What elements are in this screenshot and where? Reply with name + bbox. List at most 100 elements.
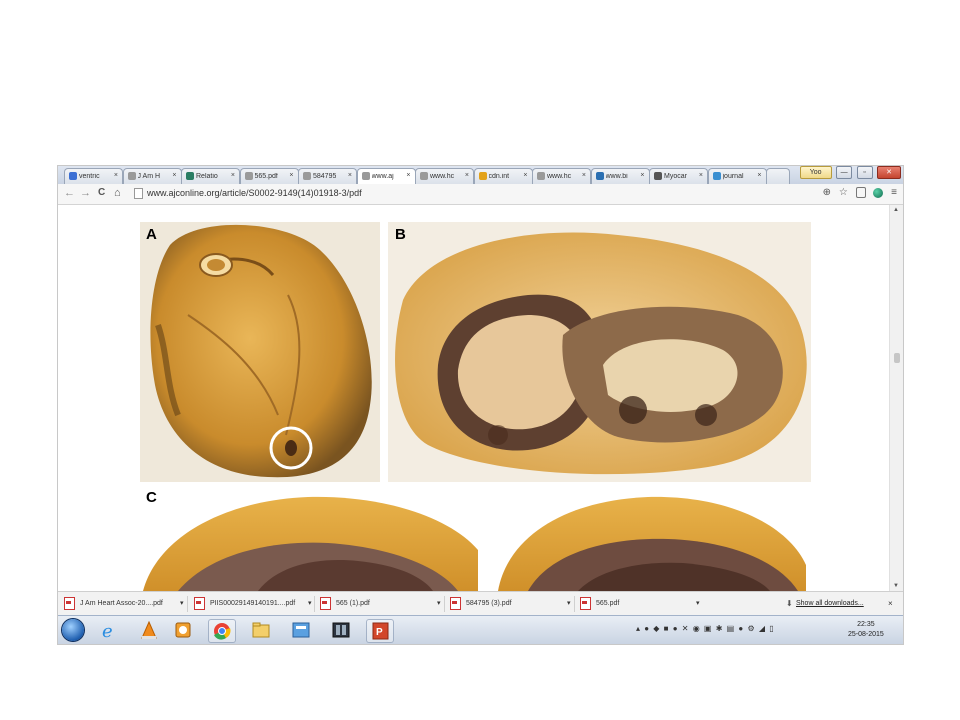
page-icon bbox=[537, 172, 545, 180]
vlc-icon[interactable] bbox=[136, 619, 162, 641]
svg-text:P: P bbox=[376, 627, 383, 638]
extension-globe-icon[interactable] bbox=[873, 187, 884, 198]
tab-close-icon[interactable]: × bbox=[582, 172, 586, 179]
chrome-icon[interactable] bbox=[208, 619, 236, 643]
panel-label-c: C bbox=[146, 489, 157, 506]
tab-close-icon[interactable]: × bbox=[114, 172, 118, 179]
tab-close-icon[interactable]: × bbox=[406, 172, 410, 179]
tab-label: 565.pdf bbox=[254, 172, 278, 180]
tab-close-icon[interactable]: × bbox=[465, 172, 469, 179]
tab-label: www.hc bbox=[430, 172, 454, 180]
google-icon bbox=[69, 172, 77, 180]
download-menu-caret[interactable]: ▾ bbox=[696, 596, 700, 612]
browser-tab[interactable]: 565.pdf × bbox=[239, 168, 299, 184]
toolbar-actions: ⊕ ☆ ≡ bbox=[818, 187, 897, 198]
page-icon bbox=[127, 172, 136, 180]
system-tray: ▴ ● ◆ ■ ● ✕ ◉ ▣ ✱ ▤ ● ⚙ ◢ ▯ bbox=[636, 624, 775, 633]
tab-label: www.hc bbox=[547, 172, 571, 180]
home-button[interactable]: ⌂ bbox=[114, 187, 121, 199]
browser-tab[interactable]: www.hc × bbox=[415, 168, 474, 184]
browser-tab[interactable]: cdn.int × bbox=[473, 168, 533, 184]
forward-button[interactable]: → bbox=[80, 187, 91, 199]
download-filename: 565 (1).pdf bbox=[336, 600, 370, 607]
panel-label-b: B bbox=[395, 226, 406, 243]
download-filename: J Am Heart Assoc-20....pdf bbox=[80, 600, 163, 607]
download-arrow-icon: ⬇ bbox=[786, 599, 793, 608]
close-window-button[interactable]: ✕ bbox=[877, 166, 901, 179]
download-item[interactable]: J Am Heart Assoc-20....pdf bbox=[64, 596, 182, 612]
panel-label-a: A bbox=[146, 226, 157, 243]
reload-button[interactable]: C bbox=[98, 187, 105, 198]
menu-icon[interactable]: ≡ bbox=[891, 187, 897, 198]
url-text: www.ajconline.org/article/S0002-9149(14)… bbox=[147, 188, 362, 198]
browser-tab[interactable]: Relatio × bbox=[181, 168, 240, 184]
file-explorer-icon[interactable] bbox=[248, 619, 274, 641]
page-icon bbox=[303, 172, 311, 180]
vertical-scrollbar[interactable]: ▲ ▼ bbox=[889, 205, 903, 591]
tab-close-icon[interactable]: × bbox=[348, 172, 352, 179]
heart-figure bbox=[140, 222, 811, 591]
tab-close-icon[interactable]: × bbox=[640, 172, 644, 179]
browser-tab[interactable]: journal × bbox=[707, 168, 767, 184]
tab-label: Myocar bbox=[664, 172, 687, 180]
close-shelf-button[interactable]: × bbox=[888, 599, 893, 608]
tab-close-icon[interactable]: × bbox=[172, 172, 176, 179]
user-button[interactable]: Yoo bbox=[799, 166, 832, 179]
download-item[interactable]: 565.pdf bbox=[580, 596, 698, 612]
browser-toolbar: ← → C ⌂ www.ajconline.org/article/S0002-… bbox=[58, 184, 903, 205]
restore-button[interactable]: ▫ bbox=[856, 166, 873, 179]
ka-icon bbox=[186, 172, 194, 180]
user-label: Yoo bbox=[809, 169, 822, 176]
download-item[interactable]: 584795 (3).pdf bbox=[450, 596, 568, 612]
bird-icon bbox=[595, 172, 604, 180]
browser-tab[interactable]: J Am H × bbox=[122, 168, 182, 184]
new-tab-button[interactable] bbox=[766, 168, 790, 184]
tab-label: cdn.int bbox=[488, 172, 510, 180]
image-viewer-icon[interactable] bbox=[328, 619, 354, 641]
tab-close-icon[interactable]: × bbox=[699, 172, 703, 179]
tray-icons[interactable]: ▴ ● ◆ ■ ● ✕ ◉ ▣ ✱ ▤ ● ⚙ ◢ ▯ bbox=[636, 624, 775, 633]
bookmark-star-icon[interactable]: ☆ bbox=[839, 187, 848, 198]
tab-close-icon[interactable]: × bbox=[523, 172, 527, 179]
system-clock[interactable]: 22:35 25-08-2015 bbox=[848, 620, 884, 640]
tab-close-icon[interactable]: × bbox=[231, 172, 235, 179]
browser-tab[interactable]: www.bi × bbox=[590, 168, 650, 184]
tab-label: ventric bbox=[79, 172, 100, 180]
download-menu-caret[interactable]: ▾ bbox=[180, 596, 184, 612]
browser-tab[interactable]: Myocar × bbox=[649, 168, 708, 184]
download-shelf: J Am Heart Assoc-20....pdf ▾ PIIS0002914… bbox=[58, 591, 903, 616]
download-menu-caret[interactable]: ▾ bbox=[567, 596, 571, 612]
window-controls: Yoo — ▫ ✕ bbox=[799, 166, 901, 179]
minimize-button[interactable]: — bbox=[836, 166, 853, 179]
download-menu-caret[interactable]: ▾ bbox=[308, 596, 312, 612]
pdf-icon bbox=[320, 596, 331, 610]
browser-tab[interactable]: www.aj × bbox=[356, 168, 416, 184]
back-button[interactable]: ← bbox=[64, 187, 75, 199]
download-menu-caret[interactable]: ▾ bbox=[437, 596, 441, 612]
zoom-icon[interactable]: ⊕ bbox=[823, 187, 831, 198]
extension-icon[interactable] bbox=[855, 187, 866, 198]
media-player-icon[interactable] bbox=[170, 619, 196, 641]
download-item[interactable]: PIIS00029149140191....pdf bbox=[194, 596, 312, 612]
tab-strip: ventric × J Am H × Relatio × 565.pdf × 584795 × ww… bbox=[58, 166, 903, 184]
stack-icon bbox=[712, 172, 721, 180]
download-item[interactable]: 565 (1).pdf bbox=[320, 596, 438, 612]
scrollbar-thumb[interactable] bbox=[894, 353, 900, 363]
download-filename: 584795 (3).pdf bbox=[466, 600, 512, 607]
start-button[interactable] bbox=[62, 619, 84, 641]
browser-tab[interactable]: 584795 × bbox=[298, 168, 357, 184]
wikipedia-icon bbox=[654, 172, 662, 180]
app-icon[interactable] bbox=[288, 619, 314, 641]
tab-label: www.bi bbox=[605, 172, 628, 180]
address-bar[interactable]: www.ajconline.org/article/S0002-9149(14)… bbox=[134, 187, 834, 200]
tab-close-icon[interactable]: × bbox=[757, 172, 761, 179]
pdf-icon bbox=[450, 596, 461, 610]
internet-explorer-icon[interactable]: e bbox=[96, 619, 122, 642]
powerpoint-icon[interactable]: P bbox=[366, 619, 394, 643]
show-all-downloads-link[interactable]: Show all downloads... bbox=[796, 600, 864, 607]
download-filename: PIIS00029149140191....pdf bbox=[210, 600, 296, 607]
tab-close-icon[interactable]: × bbox=[289, 172, 293, 179]
browser-tab[interactable]: ventric × bbox=[64, 168, 123, 184]
clock-date: 25-08-2015 bbox=[848, 631, 884, 638]
browser-tab[interactable]: www.hc × bbox=[532, 168, 591, 184]
